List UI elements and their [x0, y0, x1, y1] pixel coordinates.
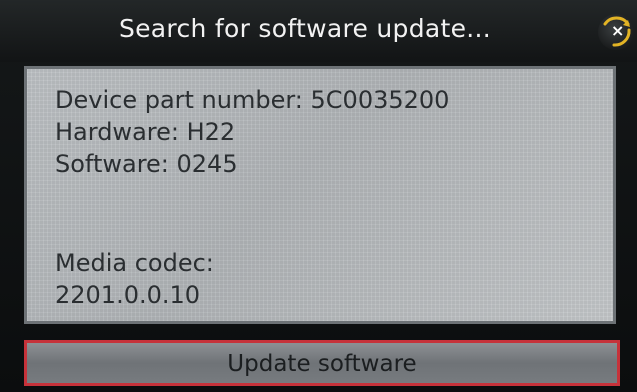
update-software-button[interactable]: Update software	[24, 340, 620, 386]
software-update-screen: Search for software update... × Device p…	[0, 0, 637, 392]
hardware-version: Hardware: H22	[55, 118, 236, 146]
media-codec-value: 2201.0.0.10	[55, 281, 201, 309]
device-info-panel: Device part number: 5C0035200 Hardware: …	[24, 66, 616, 324]
close-icon: ×	[611, 21, 625, 40]
media-codec-label: Media codec:	[55, 249, 214, 277]
page-title: Search for software update...	[118, 14, 492, 43]
device-part-number: Device part number: 5C0035200	[55, 86, 450, 114]
update-software-label: Update software	[227, 351, 417, 377]
software-version: Software: 0245	[55, 150, 238, 178]
close-button[interactable]: ×	[598, 14, 634, 50]
title-bar: Search for software update... ×	[0, 0, 637, 62]
